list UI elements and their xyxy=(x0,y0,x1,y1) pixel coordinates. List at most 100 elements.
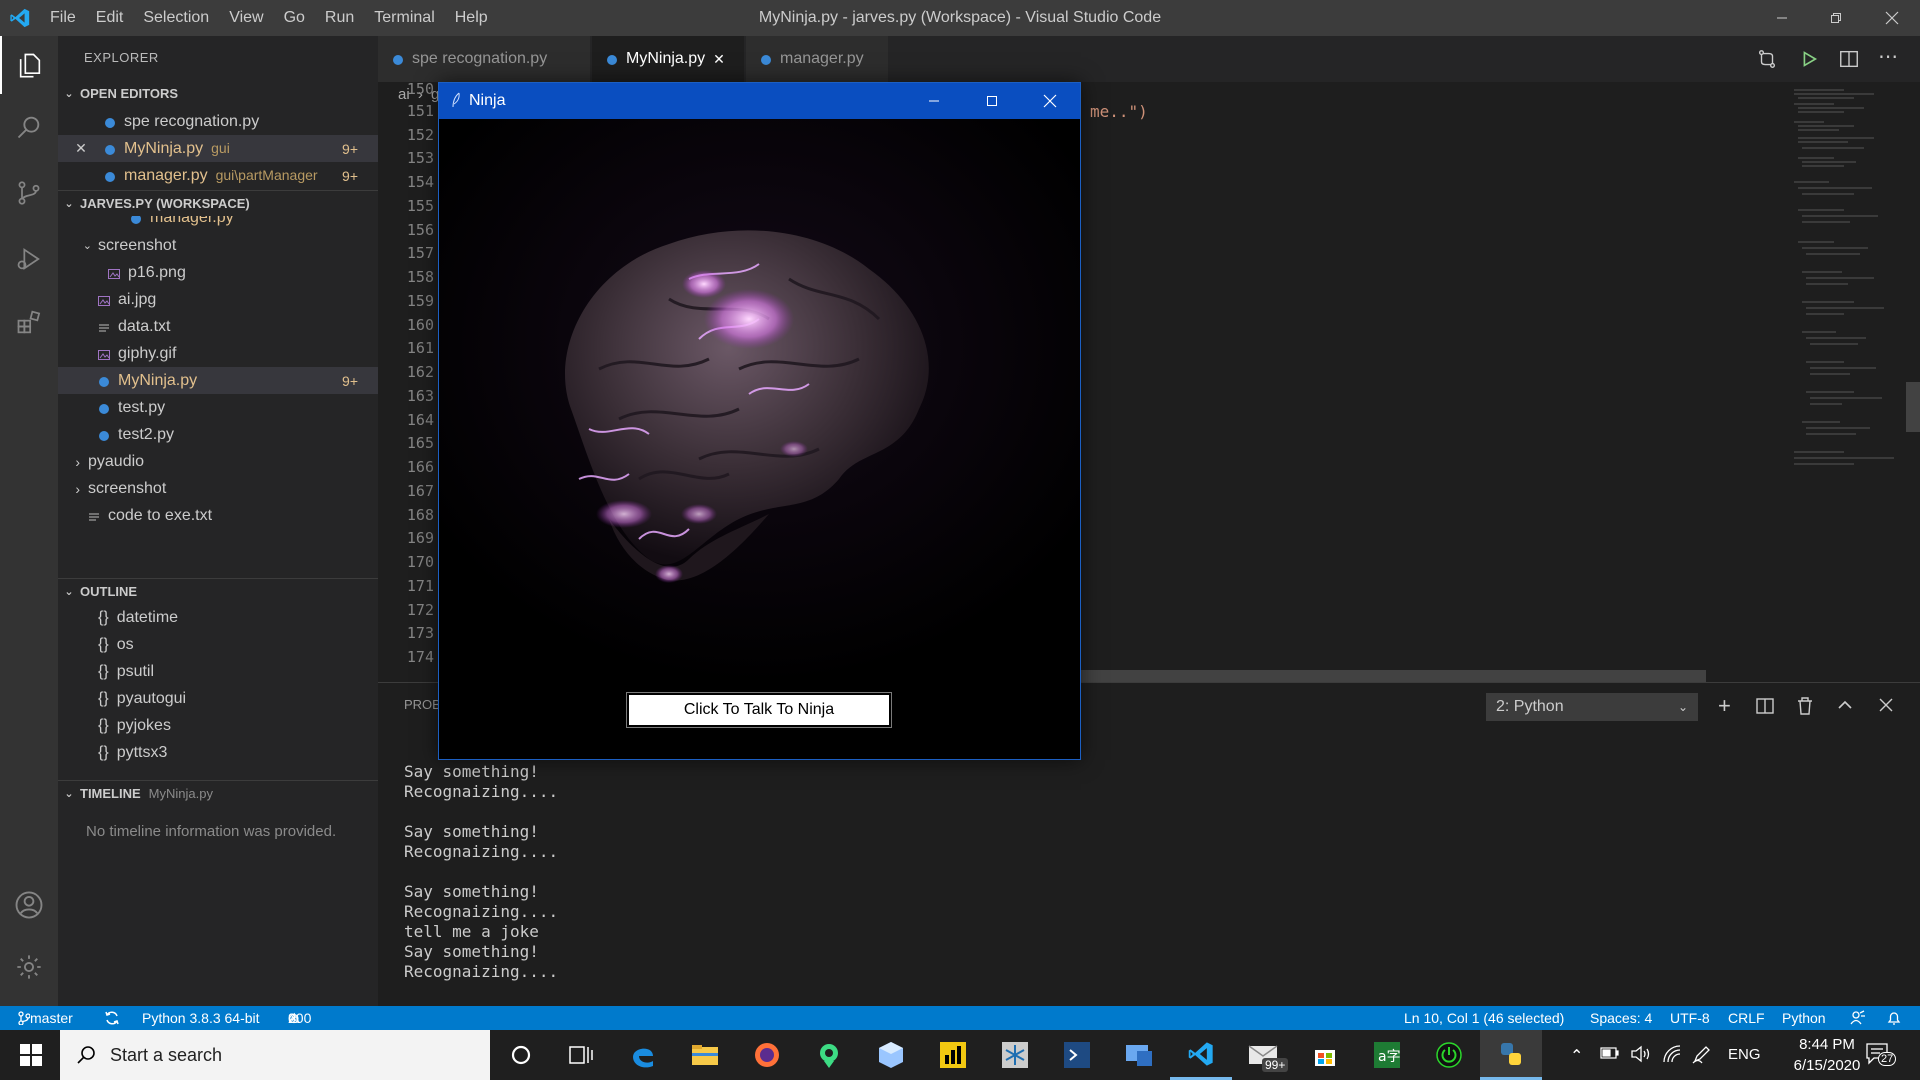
taskbar-search-box[interactable]: Start a search xyxy=(60,1030,490,1080)
cortana-icon[interactable] xyxy=(490,1030,552,1080)
minimize-button[interactable] xyxy=(1754,0,1810,36)
show-hidden-icons-icon[interactable]: ⌃ xyxy=(1570,1046,1583,1066)
settings-gear-icon[interactable] xyxy=(0,938,58,996)
menu-terminal[interactable]: Terminal xyxy=(364,0,444,36)
vertical-scrollbar[interactable] xyxy=(1906,382,1920,432)
tree-item[interactable]: manager.py xyxy=(58,216,378,231)
clock[interactable]: 8:44 PM 6/15/2020 xyxy=(1780,1034,1874,1076)
power-bi-icon[interactable] xyxy=(922,1030,984,1080)
cursor-position[interactable]: Ln 10, Col 1 (46 selected) xyxy=(1404,1006,1564,1030)
wifi-icon[interactable] xyxy=(1662,1044,1682,1069)
menu-run[interactable]: Run xyxy=(315,0,364,36)
terminal-select[interactable]: 2: Python ⌄ xyxy=(1486,693,1698,721)
outline-item[interactable]: {} psutil xyxy=(58,658,378,685)
workspace-header[interactable]: ⌄ JARVES.PY (WORKSPACE) xyxy=(58,190,378,216)
edge-browser-icon[interactable] xyxy=(612,1030,674,1080)
ninja-maximize-button[interactable] xyxy=(963,83,1021,119)
source-control-icon[interactable] xyxy=(0,164,58,222)
menu-selection[interactable]: Selection xyxy=(133,0,219,36)
tree-item-selected[interactable]: MyNinja.py 9+ xyxy=(58,367,378,394)
windows-start-icon[interactable] xyxy=(0,1030,62,1080)
open-editor-item[interactable]: manager.py gui\partManager 9+ xyxy=(58,162,378,189)
compare-changes-icon[interactable] xyxy=(1756,48,1778,75)
close-icon[interactable]: ✕ xyxy=(58,140,104,157)
sync-icon[interactable] xyxy=(104,1006,120,1030)
tree-folder[interactable]: ⌄ screenshot xyxy=(58,232,378,259)
close-window-button[interactable] xyxy=(1864,0,1920,36)
outline-item[interactable]: {} pyautogui xyxy=(58,685,378,712)
close-panel-icon[interactable] xyxy=(1878,697,1894,718)
menu-help[interactable]: Help xyxy=(445,0,498,36)
minimap[interactable] xyxy=(1784,82,1904,682)
branch-indicator[interactable]: master xyxy=(18,1006,73,1030)
3d-viewer-icon[interactable] xyxy=(860,1030,922,1080)
tree-item[interactable]: ai.jpg xyxy=(58,286,378,313)
tab-myninja[interactable]: MyNinja.py ✕ xyxy=(592,36,744,82)
task-view-icon[interactable] xyxy=(550,1030,612,1080)
run-file-icon[interactable] xyxy=(1798,48,1820,75)
language-mode[interactable]: Python xyxy=(1782,1006,1826,1030)
menu-edit[interactable]: Edit xyxy=(86,0,134,36)
ninja-close-button[interactable] xyxy=(1021,83,1079,119)
open-editor-item[interactable]: spe recognation.py xyxy=(58,108,378,135)
menu-view[interactable]: View xyxy=(219,0,273,36)
action-center-icon[interactable]: 27 xyxy=(1866,1042,1897,1071)
encoding[interactable]: UTF-8 xyxy=(1670,1006,1710,1030)
feedback-icon[interactable] xyxy=(1850,1006,1866,1030)
battery-icon[interactable] xyxy=(1600,1046,1620,1065)
tree-item[interactable]: data.txt xyxy=(58,313,378,340)
new-terminal-icon[interactable]: + xyxy=(1718,695,1731,717)
firefox-icon[interactable] xyxy=(736,1030,798,1080)
maximize-panel-icon[interactable] xyxy=(1836,696,1854,719)
language-indicator[interactable]: ENG xyxy=(1728,1046,1761,1063)
line-ending[interactable]: CRLF xyxy=(1728,1006,1765,1030)
restore-button[interactable] xyxy=(1808,0,1864,36)
tab-manager[interactable]: manager.py xyxy=(746,36,888,82)
indentation[interactable]: Spaces: 4 xyxy=(1590,1006,1652,1030)
open-editor-item-active[interactable]: ✕ MyNinja.py gui 9+ xyxy=(58,135,378,162)
run-debug-icon[interactable] xyxy=(0,230,58,288)
extensions-icon[interactable] xyxy=(0,294,58,352)
tab-spe-recognation[interactable]: spe recognation.py xyxy=(378,36,590,82)
trash-icon[interactable] xyxy=(1796,696,1814,721)
outline-item[interactable]: {} datetime xyxy=(58,604,378,631)
vscode-taskbar-icon[interactable] xyxy=(1170,1030,1232,1080)
timeline-header[interactable]: ⌄ TIMELINE MyNinja.py xyxy=(58,780,378,806)
tree-item[interactable]: giphy.gif xyxy=(58,340,378,367)
remote-desktop-icon[interactable] xyxy=(1108,1030,1170,1080)
mail-icon[interactable]: 99+ xyxy=(1232,1030,1294,1080)
tree-item[interactable]: code to exe.txt xyxy=(58,502,378,529)
ninja-minimize-button[interactable] xyxy=(905,83,963,119)
open-editors-header[interactable]: ⌄ OPEN EDITORS xyxy=(58,80,378,106)
search-icon[interactable] xyxy=(0,98,58,156)
ninja-title-bar[interactable]: Ninja xyxy=(439,83,1080,119)
more-actions-icon[interactable]: ⋯ xyxy=(1878,44,1898,69)
tree-item[interactable]: p16.png xyxy=(58,259,378,286)
tree-item[interactable]: test.py xyxy=(58,394,378,421)
horizontal-scrollbar[interactable] xyxy=(1080,670,1706,682)
menu-go[interactable]: Go xyxy=(274,0,315,36)
split-editor-icon[interactable] xyxy=(1838,48,1860,75)
store-icon[interactable] xyxy=(1294,1030,1356,1080)
account-icon[interactable] xyxy=(0,876,58,934)
split-terminal-icon[interactable] xyxy=(1756,697,1774,720)
snowflake-app-icon[interactable] xyxy=(984,1030,1046,1080)
outline-item[interactable]: {} os xyxy=(58,631,378,658)
maps-app-icon[interactable] xyxy=(798,1030,860,1080)
tree-folder[interactable]: › screenshot xyxy=(58,475,378,502)
talk-to-ninja-button[interactable]: Click To Talk To Ninja xyxy=(626,692,892,728)
close-icon[interactable]: ✕ xyxy=(713,51,725,68)
file-explorer-icon[interactable] xyxy=(674,1030,736,1080)
python-app-icon[interactable] xyxy=(1480,1030,1542,1080)
terminal-app-icon[interactable] xyxy=(1046,1030,1108,1080)
panel-tab-problems[interactable]: PROB xyxy=(404,697,441,712)
outline-header[interactable]: ⌄ OUTLINE xyxy=(58,578,378,604)
menu-file[interactable]: File xyxy=(40,0,86,36)
outline-item[interactable]: {} pyjokes xyxy=(58,712,378,739)
notifications-bell-icon[interactable] xyxy=(1886,1006,1902,1030)
outline-item[interactable]: {} pyttsx3 xyxy=(58,739,378,766)
power-app-icon[interactable] xyxy=(1418,1030,1480,1080)
explorer-icon[interactable] xyxy=(0,36,58,94)
dictionary-app-icon[interactable]: a字 xyxy=(1356,1030,1418,1080)
volume-icon[interactable] xyxy=(1630,1044,1652,1069)
